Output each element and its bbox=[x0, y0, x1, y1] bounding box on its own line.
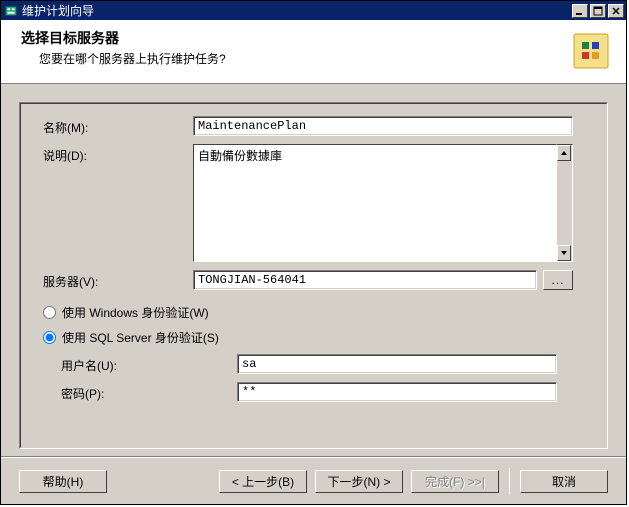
page-subtitle: 您要在哪个服务器上执行维护任务? bbox=[39, 50, 226, 67]
wizard-header-text: 选择目标服务器 您要在哪个服务器上执行维护任务? bbox=[21, 28, 226, 67]
scroll-up-icon[interactable] bbox=[557, 145, 571, 161]
auth-sql-radio[interactable] bbox=[43, 331, 56, 344]
auth-windows-label: 使用 Windows 身份验证(W) bbox=[62, 304, 209, 321]
password-input[interactable] bbox=[237, 382, 557, 402]
wizard-footer: 帮助(H) < 上一步(B) 下一步(N) > 完成(F) >>| 取消 bbox=[1, 457, 626, 504]
textarea-scrollbar[interactable] bbox=[557, 144, 573, 262]
finish-button[interactable]: 完成(F) >>| bbox=[411, 470, 499, 493]
cancel-button[interactable]: 取消 bbox=[520, 470, 608, 493]
next-button[interactable]: 下一步(N) > bbox=[315, 470, 403, 493]
auth-sql-label: 使用 SQL Server 身份验证(S) bbox=[62, 329, 219, 346]
form-panel: 名称(M): 说明(D): 自動備份數據庫 bbox=[19, 102, 608, 449]
auth-windows-row[interactable]: 使用 Windows 身份验证(W) bbox=[43, 304, 584, 321]
username-label: 用户名(U): bbox=[47, 354, 237, 374]
maximize-button[interactable] bbox=[590, 4, 606, 18]
name-label: 名称(M): bbox=[43, 116, 193, 136]
server-label: 服务器(V): bbox=[43, 270, 193, 290]
description-label: 说明(D): bbox=[43, 144, 193, 164]
wizard-header: 选择目标服务器 您要在哪个服务器上执行维护任务? bbox=[1, 20, 626, 84]
name-input[interactable] bbox=[193, 116, 573, 136]
help-button[interactable]: 帮助(H) bbox=[19, 470, 107, 493]
footer-separator bbox=[509, 468, 510, 494]
username-input[interactable] bbox=[237, 354, 557, 374]
page-title: 选择目标服务器 bbox=[21, 28, 226, 48]
titlebar: 维护计划向导 bbox=[1, 1, 626, 20]
server-input[interactable] bbox=[193, 270, 537, 290]
wizard-logo-icon bbox=[570, 30, 612, 72]
back-button[interactable]: < 上一步(B) bbox=[219, 470, 307, 493]
description-textarea[interactable]: 自動備份數據庫 bbox=[193, 144, 557, 262]
app-icon bbox=[3, 3, 19, 19]
wizard-window: 维护计划向导 选择目标服务器 您要在哪个服务器上执行维护任务? bbox=[0, 0, 627, 505]
window-title: 维护计划向导 bbox=[22, 2, 572, 19]
auth-windows-radio[interactable] bbox=[43, 306, 56, 319]
auth-sql-row[interactable]: 使用 SQL Server 身份验证(S) bbox=[43, 329, 584, 346]
scroll-down-icon[interactable] bbox=[557, 245, 571, 261]
close-button[interactable] bbox=[608, 4, 624, 18]
wizard-body: 名称(M): 说明(D): 自動備份數據庫 bbox=[1, 84, 626, 457]
browse-server-button[interactable]: ... bbox=[543, 270, 573, 290]
minimize-button[interactable] bbox=[572, 4, 588, 18]
password-label: 密码(P): bbox=[47, 382, 237, 402]
